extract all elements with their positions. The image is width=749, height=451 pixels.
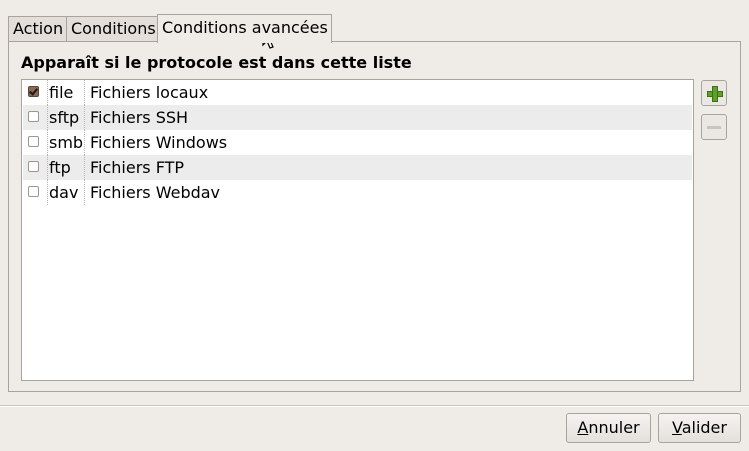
checkbox[interactable] (28, 111, 39, 122)
protocol-scheme: ftp (47, 155, 85, 180)
protocol-scheme: sftp (47, 105, 85, 130)
checkbox[interactable] (28, 86, 39, 97)
protocol-scheme: file (47, 80, 85, 105)
checkbox[interactable] (28, 186, 39, 197)
protocol-label: Fichiers Webdav (90, 183, 221, 202)
tab-label: Action (13, 19, 64, 38)
protocol-scheme: smb (47, 130, 85, 155)
list-item[interactable]: sftp Fichiers SSH (23, 105, 692, 130)
cancel-button[interactable]: Annuler (566, 413, 651, 443)
protocol-scheme: dav (47, 180, 85, 205)
ok-button[interactable]: Valider (658, 413, 741, 443)
tab-conditions[interactable]: Conditions (66, 16, 158, 42)
list-item[interactable]: smb Fichiers Windows (23, 130, 692, 155)
button-label: alider (681, 418, 727, 437)
list-item[interactable]: dav Fichiers Webdav (23, 180, 692, 205)
mnemonic-letter: A (577, 418, 589, 437)
protocol-label: Fichiers locaux (90, 83, 209, 102)
checkbox[interactable] (28, 136, 39, 147)
protocol-label: Fichiers FTP (90, 158, 185, 177)
minus-icon (707, 126, 721, 129)
panel-heading: Apparaît si le protocole est dans cette … (21, 53, 412, 72)
add-button[interactable] (701, 80, 727, 106)
list-item[interactable]: file Fichiers locaux (23, 80, 692, 105)
divider (0, 405, 749, 407)
protocol-label: Fichiers Windows (90, 133, 228, 152)
tab-label: Conditions (71, 19, 156, 38)
protocol-label: Fichiers SSH (90, 108, 189, 127)
checkbox[interactable] (28, 161, 39, 172)
tab-label: Conditions avancées (162, 18, 328, 37)
protocol-list[interactable]: file Fichiers locaux sftp Fichiers SSH s… (21, 79, 694, 381)
button-label: nnuler (588, 418, 640, 437)
tab-advanced-conditions[interactable]: Conditions avancées (157, 14, 332, 43)
mnemonic-letter: V (672, 418, 682, 437)
list-item[interactable]: ftp Fichiers FTP (23, 155, 692, 180)
tab-action[interactable]: Action (8, 16, 67, 42)
remove-button[interactable] (701, 114, 727, 140)
